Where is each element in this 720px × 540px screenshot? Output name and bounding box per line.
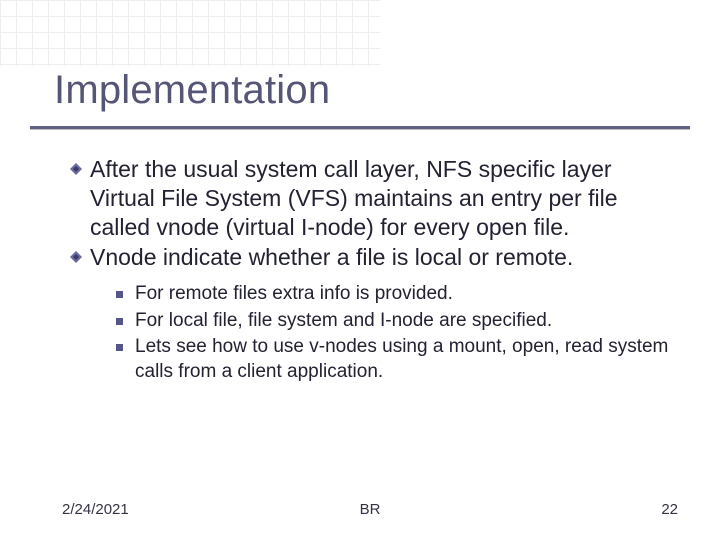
bullet-text: Vnode indicate whether a file is local o…	[90, 243, 573, 272]
bullet-item: After the usual system call layer, NFS s…	[70, 155, 680, 241]
title-underline	[30, 126, 690, 129]
sub-bullet-item: For local file, file system and I-node a…	[116, 309, 680, 334]
sub-bullet-text: For local file, file system and I-node a…	[135, 309, 552, 334]
footer-initials: BR	[360, 501, 381, 518]
sub-bullet-item: For remote files extra info is provided.	[116, 282, 680, 307]
slide-footer: 2/24/2021 BR 22	[62, 501, 678, 518]
bullet-item: Vnode indicate whether a file is local o…	[70, 243, 680, 272]
slide-title: Implementation	[54, 68, 690, 113]
sub-bullet-list: For remote files extra info is provided.…	[116, 282, 680, 385]
bullet-text: After the usual system call layer, NFS s…	[90, 155, 680, 241]
sub-bullet-text: For remote files extra info is provided.	[135, 282, 453, 307]
slide-body: After the usual system call layer, NFS s…	[70, 155, 680, 387]
footer-date: 2/24/2021	[62, 501, 129, 518]
footer-page-number: 22	[661, 501, 678, 518]
diamond-bullet-icon	[70, 163, 82, 175]
decorative-grid	[0, 0, 380, 66]
slide: Implementation After the usual system ca…	[0, 0, 720, 540]
square-bullet-icon	[116, 291, 123, 298]
square-bullet-icon	[116, 344, 123, 351]
diamond-bullet-icon	[70, 251, 82, 263]
sub-bullet-item: Lets see how to use v-nodes using a moun…	[116, 335, 680, 384]
square-bullet-icon	[116, 318, 123, 325]
sub-bullet-text: Lets see how to use v-nodes using a moun…	[135, 335, 680, 384]
